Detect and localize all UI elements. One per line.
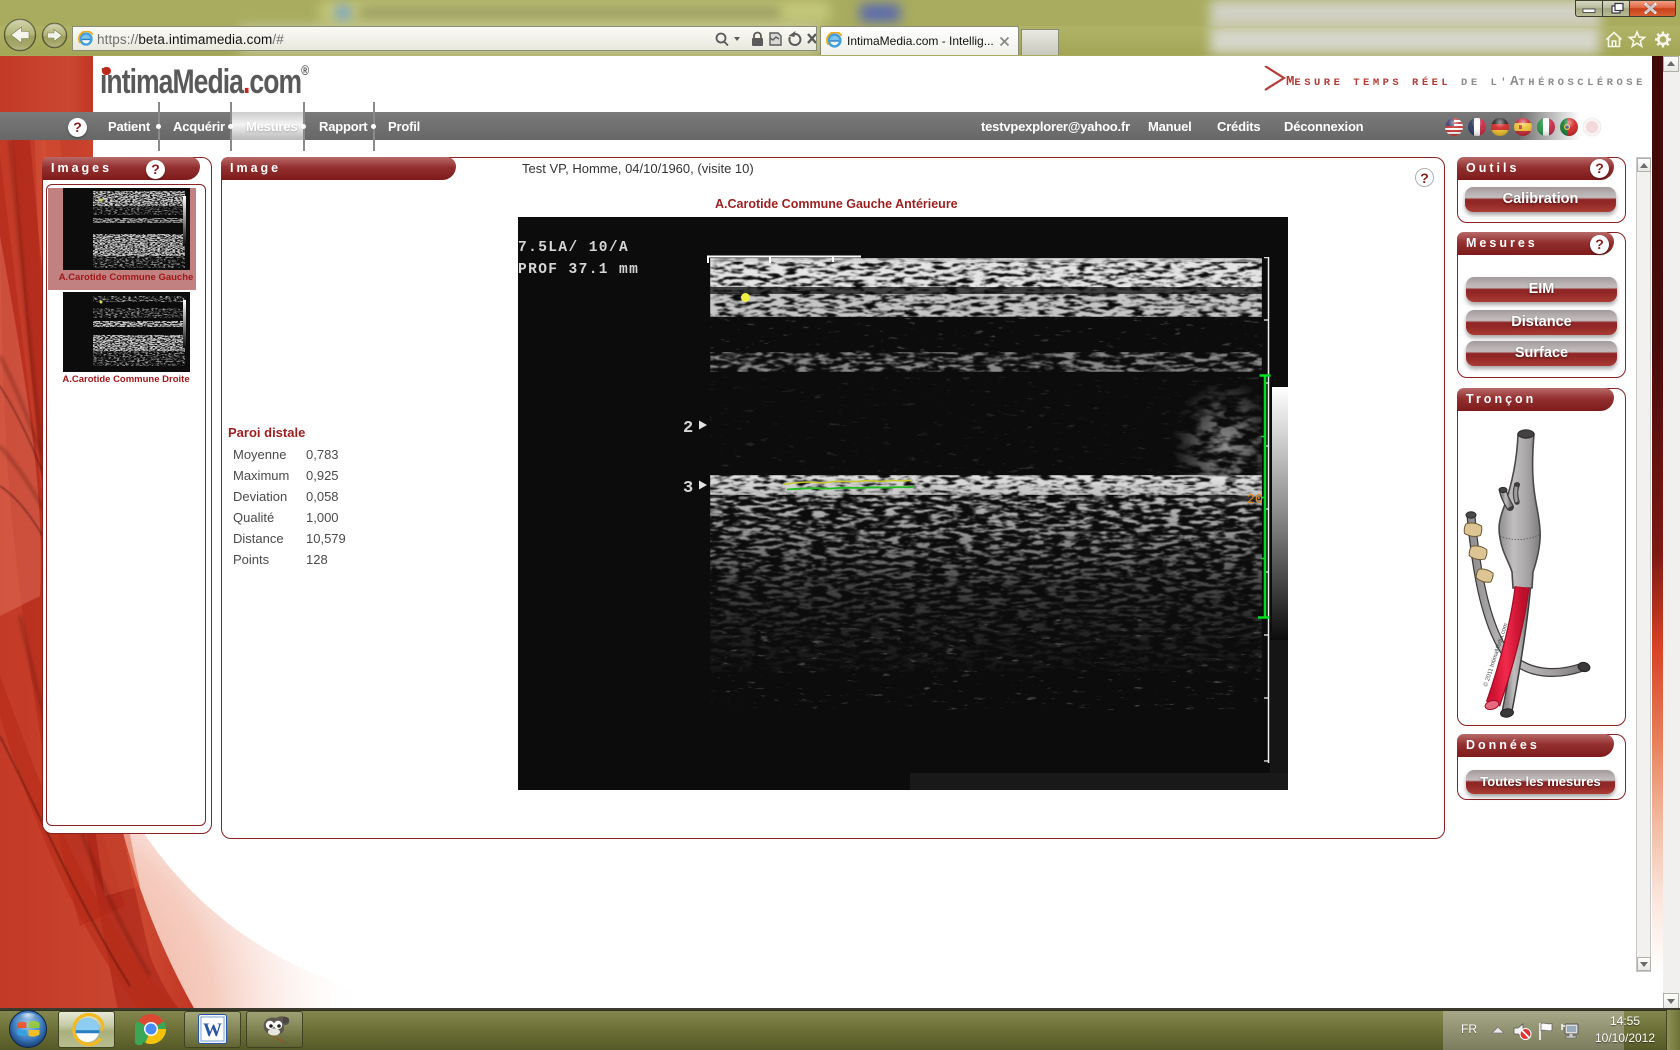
svg-text:MESURE TEMPS RÉEL DE L'ATHÉROS: MESURE TEMPS RÉEL DE L'ATHÉROSCLÉROSE (1286, 74, 1646, 90)
svg-text:20: 20 (1247, 493, 1263, 508)
svg-text:PROF 37.1 mm: PROF 37.1 mm (518, 262, 639, 278)
svg-text:W: W (203, 1020, 222, 1041)
svg-text:7.5LA/ 10/A: 7.5LA/ 10/A (518, 240, 629, 256)
svg-text:3: 3 (683, 479, 693, 498)
svg-text:2: 2 (683, 419, 693, 438)
